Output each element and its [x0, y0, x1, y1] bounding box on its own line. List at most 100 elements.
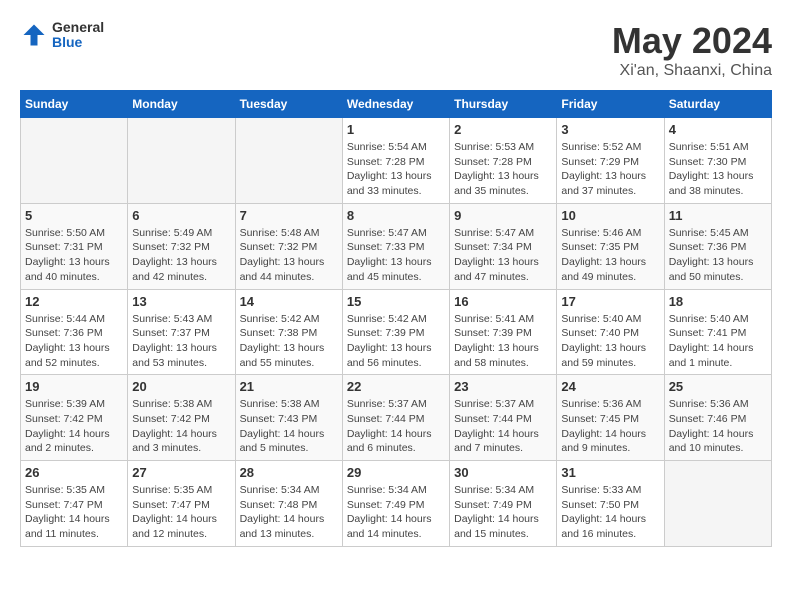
calendar-cell: 23 Sunrise: 5:37 AM Sunset: 7:44 PM Dayli… [450, 375, 557, 461]
calendar-cell: 12 Sunrise: 5:44 AM Sunset: 7:36 PM Dayli… [21, 289, 128, 375]
logo: General Blue [20, 20, 104, 51]
weekday-header-tuesday: Tuesday [235, 91, 342, 118]
calendar-cell: 5 Sunrise: 5:50 AM Sunset: 7:31 PM Daylig… [21, 203, 128, 289]
calendar-cell: 27 Sunrise: 5:35 AM Sunset: 7:47 PM Dayli… [128, 461, 235, 547]
day-number: 27 [132, 465, 230, 480]
calendar-cell: 9 Sunrise: 5:47 AM Sunset: 7:34 PM Daylig… [450, 203, 557, 289]
logo-icon [20, 21, 48, 49]
calendar-cell: 26 Sunrise: 5:35 AM Sunset: 7:47 PM Dayli… [21, 461, 128, 547]
day-info: Sunrise: 5:35 AM Sunset: 7:47 PM Dayligh… [132, 483, 230, 542]
weekday-header-thursday: Thursday [450, 91, 557, 118]
day-number: 18 [669, 294, 767, 309]
weekday-header-wednesday: Wednesday [342, 91, 449, 118]
calendar-week-4: 19 Sunrise: 5:39 AM Sunset: 7:42 PM Dayli… [21, 375, 772, 461]
calendar-cell: 14Sunrise: 5:42 AM Sunset: 7:38 PM Dayli… [235, 289, 342, 375]
day-number: 23 [454, 379, 552, 394]
page-header: General Blue May 2024 Xi'an, Shaanxi, Ch… [20, 20, 772, 80]
calendar-cell: 24Sunrise: 5:36 AM Sunset: 7:45 PM Dayli… [557, 375, 664, 461]
day-number: 8 [347, 208, 445, 223]
calendar-cell: 1 Sunrise: 5:54 AM Sunset: 7:28 PM Daylig… [342, 118, 449, 204]
day-number: 9 [454, 208, 552, 223]
calendar-cell: 30 Sunrise: 5:34 AM Sunset: 7:49 PM Dayli… [450, 461, 557, 547]
weekday-header-monday: Monday [128, 91, 235, 118]
title-block: May 2024 Xi'an, Shaanxi, China [612, 20, 772, 80]
day-info: Sunrise: 5:42 AM Sunset: 7:38 PM Dayligh… [240, 312, 338, 371]
day-number: 19 [25, 379, 123, 394]
calendar-week-2: 5 Sunrise: 5:50 AM Sunset: 7:31 PM Daylig… [21, 203, 772, 289]
calendar-cell: 10Sunrise: 5:46 AM Sunset: 7:35 PM Dayli… [557, 203, 664, 289]
day-info: Sunrise: 5:44 AM Sunset: 7:36 PM Dayligh… [25, 312, 123, 371]
day-info: Sunrise: 5:34 AM Sunset: 7:49 PM Dayligh… [454, 483, 552, 542]
calendar-cell: 29 Sunrise: 5:34 AM Sunset: 7:49 PM Dayli… [342, 461, 449, 547]
day-number: 31 [561, 465, 659, 480]
calendar-cell: 13Sunrise: 5:43 AM Sunset: 7:37 PM Dayli… [128, 289, 235, 375]
day-number: 22 [347, 379, 445, 394]
weekday-header-row: SundayMondayTuesdayWednesdayThursdayFrid… [21, 91, 772, 118]
day-info: Sunrise: 5:35 AM Sunset: 7:47 PM Dayligh… [25, 483, 123, 542]
logo-blue: Blue [52, 35, 104, 50]
day-number: 1 [347, 122, 445, 137]
weekday-header-sunday: Sunday [21, 91, 128, 118]
calendar-cell: 4 Sunrise: 5:51 AM Sunset: 7:30 PM Daylig… [664, 118, 771, 204]
day-number: 13 [132, 294, 230, 309]
calendar-cell: 15Sunrise: 5:42 AM Sunset: 7:39 PM Dayli… [342, 289, 449, 375]
day-info: Sunrise: 5:36 AM Sunset: 7:46 PM Dayligh… [669, 397, 767, 456]
calendar-cell [128, 118, 235, 204]
calendar-cell: 22Sunrise: 5:37 AM Sunset: 7:44 PM Dayli… [342, 375, 449, 461]
calendar-cell [664, 461, 771, 547]
day-info: Sunrise: 5:53 AM Sunset: 7:28 PM Dayligh… [454, 140, 552, 199]
day-info: Sunrise: 5:33 AM Sunset: 7:50 PM Dayligh… [561, 483, 659, 542]
day-info: Sunrise: 5:40 AM Sunset: 7:41 PM Dayligh… [669, 312, 767, 371]
day-number: 25 [669, 379, 767, 394]
day-number: 12 [25, 294, 123, 309]
day-info: Sunrise: 5:38 AM Sunset: 7:42 PM Dayligh… [132, 397, 230, 456]
day-number: 5 [25, 208, 123, 223]
day-info: Sunrise: 5:39 AM Sunset: 7:42 PM Dayligh… [25, 397, 123, 456]
day-info: Sunrise: 5:50 AM Sunset: 7:31 PM Dayligh… [25, 226, 123, 285]
calendar-table: SundayMondayTuesdayWednesdayThursdayFrid… [20, 90, 772, 547]
day-info: Sunrise: 5:51 AM Sunset: 7:30 PM Dayligh… [669, 140, 767, 199]
day-number: 26 [25, 465, 123, 480]
calendar-cell: 20 Sunrise: 5:38 AM Sunset: 7:42 PM Dayli… [128, 375, 235, 461]
day-info: Sunrise: 5:34 AM Sunset: 7:49 PM Dayligh… [347, 483, 445, 542]
day-number: 20 [132, 379, 230, 394]
day-info: Sunrise: 5:41 AM Sunset: 7:39 PM Dayligh… [454, 312, 552, 371]
day-number: 28 [240, 465, 338, 480]
calendar-cell: 7 Sunrise: 5:48 AM Sunset: 7:32 PM Daylig… [235, 203, 342, 289]
day-number: 11 [669, 208, 767, 223]
calendar-cell: 17Sunrise: 5:40 AM Sunset: 7:40 PM Dayli… [557, 289, 664, 375]
logo-text: General Blue [52, 20, 104, 51]
month-year-title: May 2024 [612, 20, 772, 62]
calendar-cell: 18 Sunrise: 5:40 AM Sunset: 7:41 PM Dayli… [664, 289, 771, 375]
day-number: 7 [240, 208, 338, 223]
calendar-week-5: 26 Sunrise: 5:35 AM Sunset: 7:47 PM Dayli… [21, 461, 772, 547]
day-info: Sunrise: 5:54 AM Sunset: 7:28 PM Dayligh… [347, 140, 445, 199]
day-number: 16 [454, 294, 552, 309]
day-info: Sunrise: 5:36 AM Sunset: 7:45 PM Dayligh… [561, 397, 659, 456]
calendar-cell: 8 Sunrise: 5:47 AM Sunset: 7:33 PM Daylig… [342, 203, 449, 289]
day-number: 17 [561, 294, 659, 309]
calendar-cell: 11 Sunrise: 5:45 AM Sunset: 7:36 PM Dayli… [664, 203, 771, 289]
day-info: Sunrise: 5:47 AM Sunset: 7:34 PM Dayligh… [454, 226, 552, 285]
day-info: Sunrise: 5:48 AM Sunset: 7:32 PM Dayligh… [240, 226, 338, 285]
day-info: Sunrise: 5:42 AM Sunset: 7:39 PM Dayligh… [347, 312, 445, 371]
day-number: 29 [347, 465, 445, 480]
calendar-cell [21, 118, 128, 204]
day-info: Sunrise: 5:34 AM Sunset: 7:48 PM Dayligh… [240, 483, 338, 542]
day-number: 30 [454, 465, 552, 480]
day-number: 6 [132, 208, 230, 223]
day-info: Sunrise: 5:38 AM Sunset: 7:43 PM Dayligh… [240, 397, 338, 456]
calendar-cell: 31 Sunrise: 5:33 AM Sunset: 7:50 PM Dayli… [557, 461, 664, 547]
day-number: 2 [454, 122, 552, 137]
calendar-cell: 25 Sunrise: 5:36 AM Sunset: 7:46 PM Dayli… [664, 375, 771, 461]
calendar-cell: 3Sunrise: 5:52 AM Sunset: 7:29 PM Daylig… [557, 118, 664, 204]
calendar-cell: 16 Sunrise: 5:41 AM Sunset: 7:39 PM Dayli… [450, 289, 557, 375]
day-info: Sunrise: 5:49 AM Sunset: 7:32 PM Dayligh… [132, 226, 230, 285]
day-info: Sunrise: 5:47 AM Sunset: 7:33 PM Dayligh… [347, 226, 445, 285]
logo-general: General [52, 20, 104, 35]
location-subtitle: Xi'an, Shaanxi, China [612, 62, 772, 80]
day-info: Sunrise: 5:37 AM Sunset: 7:44 PM Dayligh… [454, 397, 552, 456]
day-number: 3 [561, 122, 659, 137]
day-number: 4 [669, 122, 767, 137]
day-info: Sunrise: 5:45 AM Sunset: 7:36 PM Dayligh… [669, 226, 767, 285]
